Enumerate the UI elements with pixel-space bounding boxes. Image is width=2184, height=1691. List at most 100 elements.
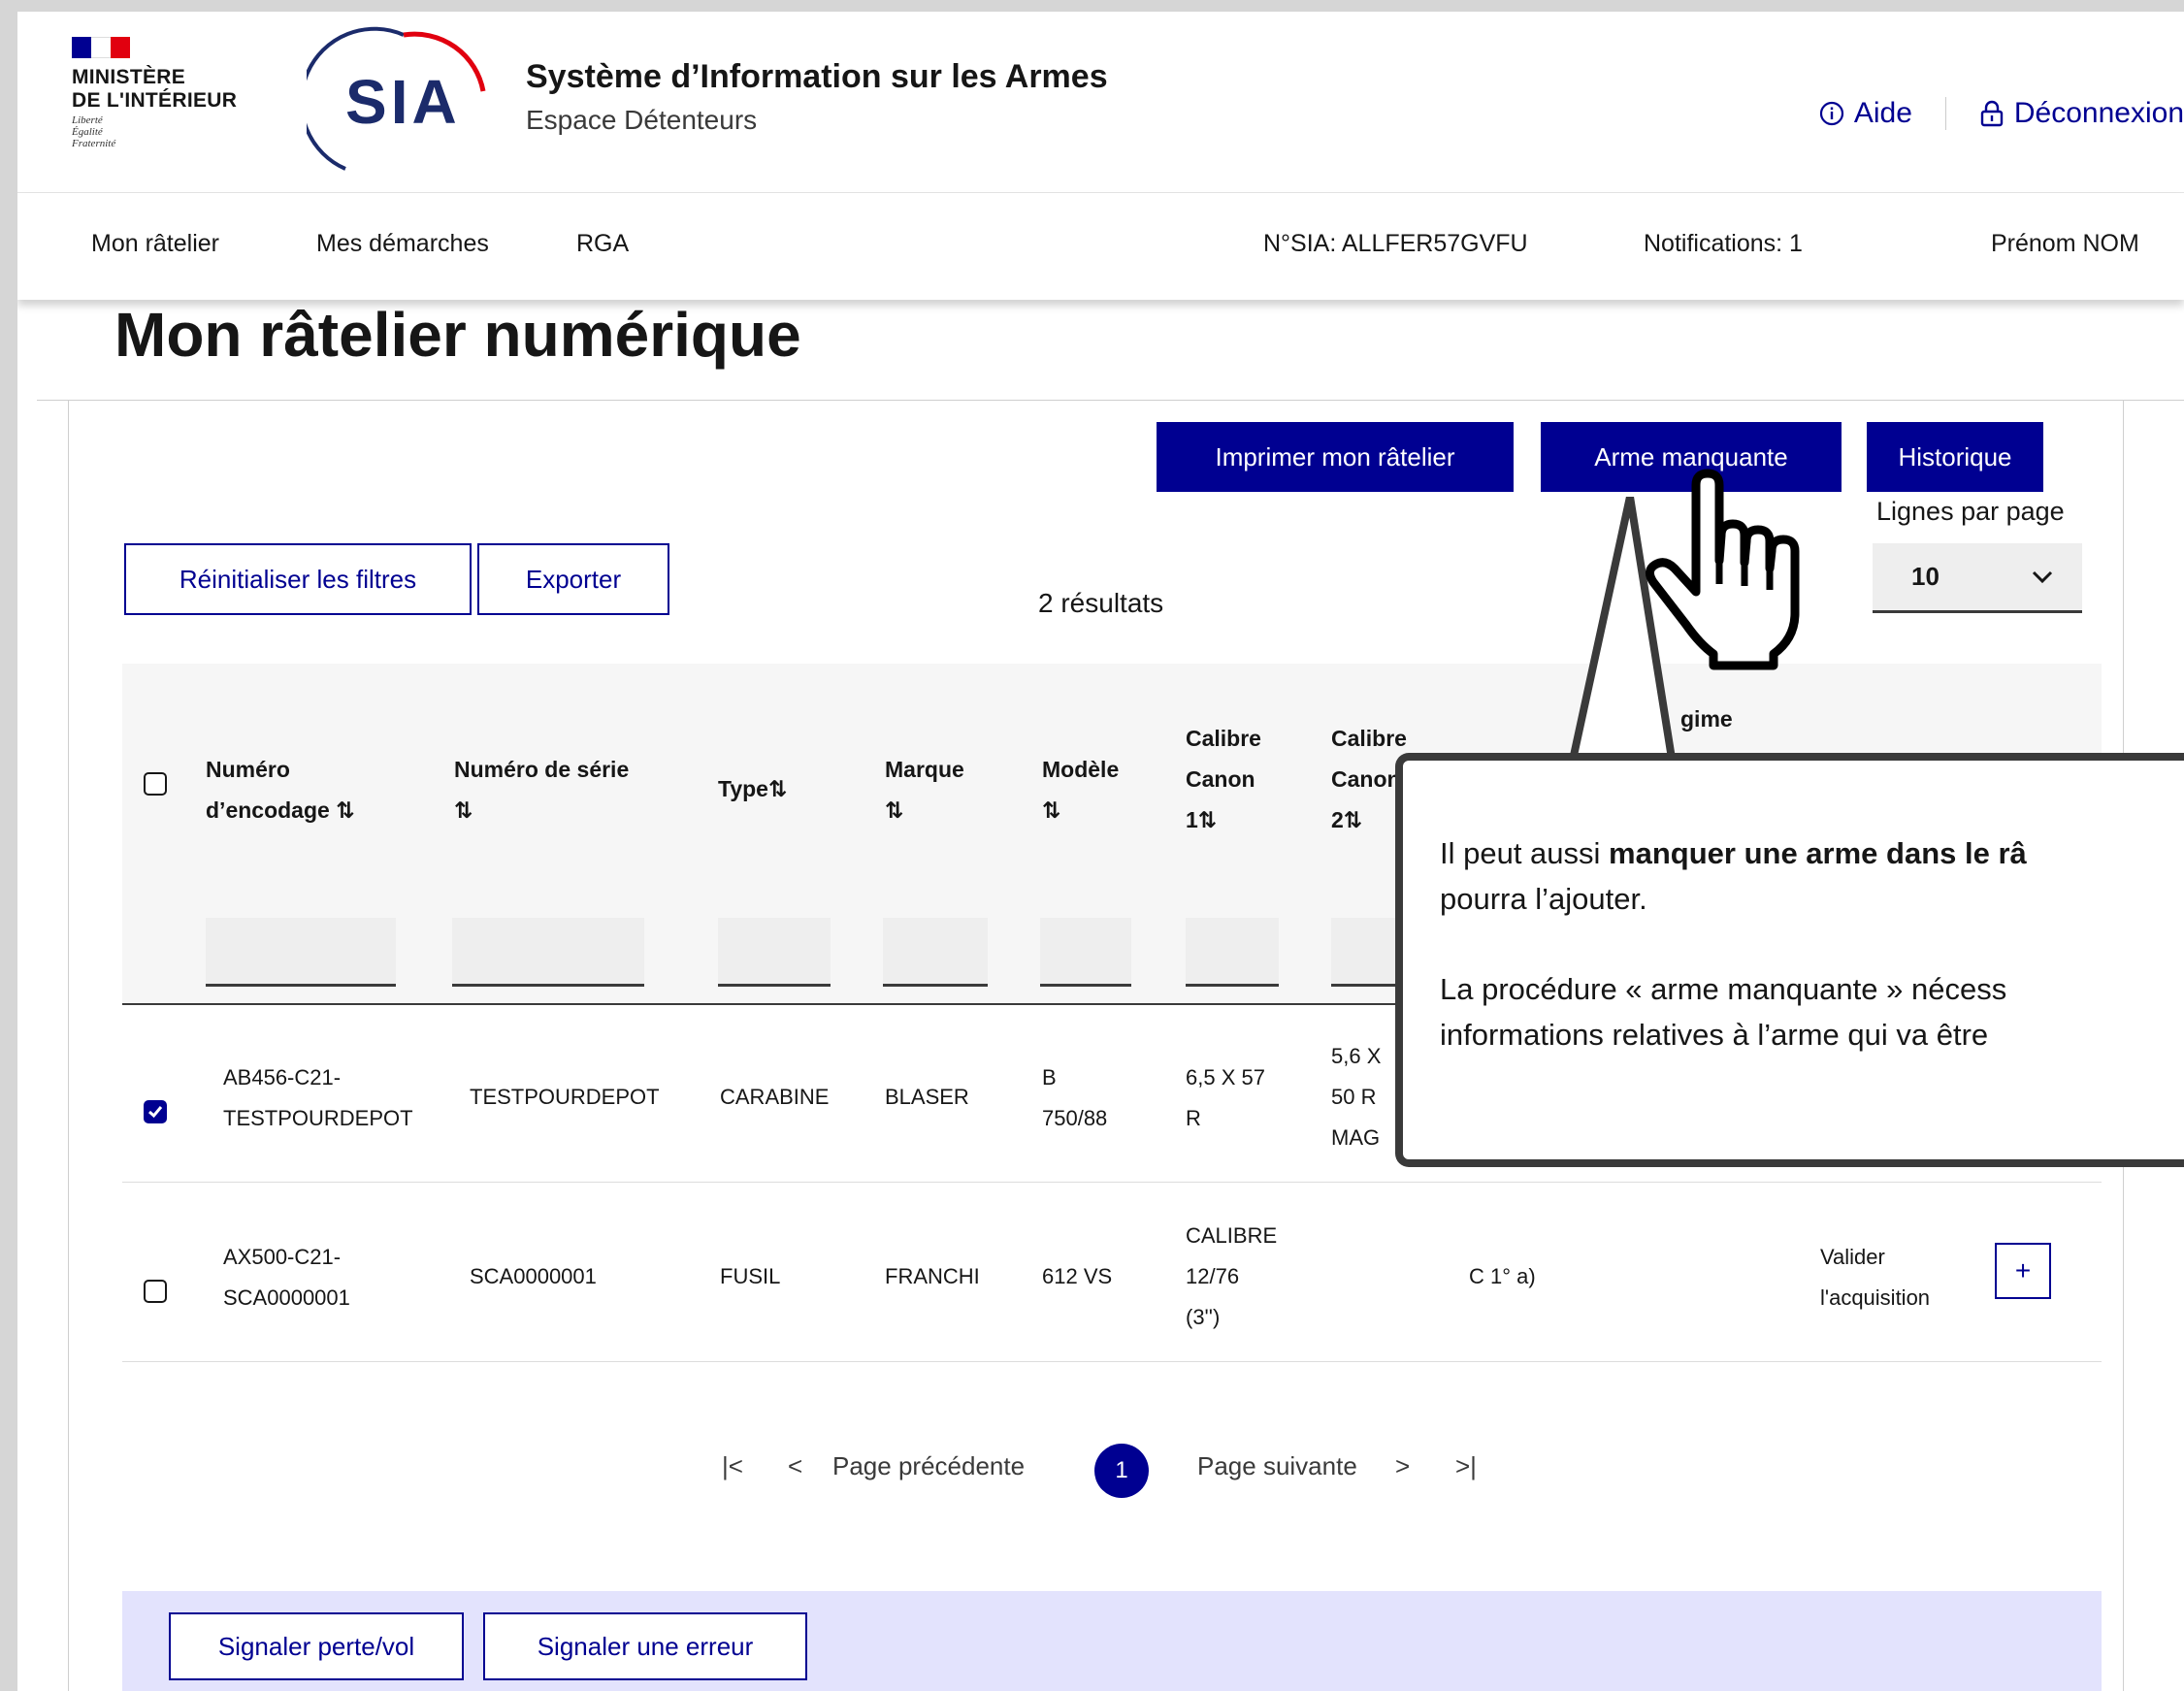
notifications-link[interactable]: Notifications: 1 [1644,230,1803,258]
validate-acquisition-link[interactable]: Valider l'acquisition [1820,1237,1930,1318]
cell-category: C 1° a) [1469,1264,1536,1288]
republic-motto: Liberté Égalité Fraternité [72,114,115,149]
table-row[interactable]: AX500-C21- SCA0000001 SCA0000001 FUSIL F… [122,1183,2102,1362]
current-page[interactable]: 1 [1094,1444,1149,1498]
col-model[interactable]: Modèle ⇅ [1042,749,1119,830]
motto-line-1: Liberté [72,114,103,126]
main-nav: Mon râtelier Mes démarches RGA N°SIA: AL… [17,193,2184,300]
check-icon [148,1106,163,1119]
cell-caliber-1-line1: CALIBRE [1186,1223,1278,1248]
col-caliber-1[interactable]: Calibre Canon 1⇅ [1186,718,1261,840]
col-model-line1: Modèle [1042,757,1120,782]
site-subtitle: Espace Détenteurs [526,105,758,135]
col-type[interactable]: Type⇅ [718,768,787,809]
add-button[interactable]: + [1995,1243,2051,1299]
site-title[interactable]: Système d’Information sur les Armes [526,58,1108,96]
cell-caliber-1-line2: 12/76 [1186,1264,1240,1288]
report-error-button[interactable]: Signaler une erreur [483,1612,807,1680]
col-brand-line2: ⇅ [885,797,904,823]
cell-serial: SCA0000001 [470,1264,597,1288]
filter-serial-input[interactable] [452,918,644,987]
col-encoding-line2: d’encodage ⇅ [206,797,355,823]
nav-item-rack[interactable]: Mon râtelier [91,230,219,258]
cell-caliber-1-line3: (3'') [1186,1305,1221,1329]
filter-type-input[interactable] [718,918,831,987]
cell-caliber-2-line3: MAG [1331,1125,1381,1150]
sia-logo-text: SIA [345,67,461,137]
export-button[interactable]: Exporter [477,543,669,615]
col-caliber-1-line3: 1⇅ [1186,807,1218,832]
sia-number: N°SIA: ALLFER57GVFU [1263,230,1528,257]
col-encoding-line1: Numéro [206,757,290,782]
help-link[interactable]: Aide [1819,97,1912,130]
content-left-border [68,401,69,1691]
page: MINISTÈRE DE L'INTÉRIEUR Liberté Égalité… [17,12,2184,1691]
page-title: Mon râtelier numérique [114,300,801,370]
report-loss-button[interactable]: Signaler perte/vol [169,1612,464,1680]
col-brand[interactable]: Marque ⇅ [885,749,964,830]
motto-line-3: Fraternité [72,138,116,149]
marianne-flag-icon [72,37,130,58]
cell-encoding-line2: SCA0000001 [223,1285,350,1310]
cell-model: 612 VS [1042,1264,1113,1288]
user-name[interactable]: Prénom NOM [1991,230,2139,258]
cell-caliber-1-line1: 6,5 X 57 [1186,1065,1265,1089]
rows-per-page-select[interactable]: 10 [1873,543,2082,613]
bottom-action-bar: Signaler perte/vol Signaler une erreur [122,1591,2102,1691]
cell-brand: BLASER [885,1085,969,1109]
logout-label: Déconnexion [2013,97,2184,129]
col-brand-line1: Marque [885,757,964,782]
cell-encoding: AB456-C21- TESTPOURDEPOT [223,1057,413,1139]
validate-line2: l'acquisition [1820,1285,1931,1310]
tool-separator [1944,97,1946,130]
row-checkbox-checked[interactable] [144,1100,167,1123]
tooltip-text-2a: La procédure « arme manquante » nécess [1440,972,2007,1006]
print-rack-button[interactable]: Imprimer mon râtelier [1157,422,1514,492]
col-caliber-1-line2: Canon [1186,766,1255,792]
col-encoding[interactable]: Numéro d’encodage ⇅ [206,749,354,830]
history-button[interactable]: Historique [1867,422,2043,492]
cell-caliber-2-line2: 50 R [1331,1085,1377,1109]
cell-type: CARABINE [720,1085,830,1109]
tooltip-text-1b: manquer une arme dans le râ [1609,836,2027,870]
tooltip-text-1a: Il peut aussi [1440,836,1610,870]
cell-model: B 750/88 [1042,1057,1107,1139]
lock-icon [1980,100,2004,127]
cell-encoding-line1: AB456-C21- [223,1065,342,1089]
tooltip-paragraph-1: Il peut aussi manquer une arme dans le r… [1440,830,2184,922]
cell-encoding-line1: AX500-C21- [223,1245,342,1269]
cell-caliber-1: 6,5 X 57 R [1186,1057,1265,1139]
results-count: 2 résultats [1038,588,1164,618]
last-page-button[interactable]: >| [1455,1451,1477,1481]
logout-link[interactable]: Déconnexion [1979,97,2184,130]
col-serial-line1: Numéro de série [454,757,630,782]
nav-item-rga[interactable]: RGA [576,230,629,258]
ministry-line-2: DE L'INTÉRIEUR [72,89,238,112]
validate-line1: Valider [1820,1245,1885,1269]
cell-serial: TESTPOURDEPOT [470,1085,660,1109]
next-page-arrow[interactable]: > [1395,1451,1410,1481]
rows-per-page-value: 10 [1911,562,1940,591]
tooltip-text-1c: pourra l’ajouter. [1440,882,1647,916]
first-page-button[interactable]: |< [722,1451,743,1481]
filter-caliber-1-input[interactable] [1186,918,1279,987]
prev-page-button[interactable]: Page précédente [832,1451,1025,1481]
col-serial[interactable]: Numéro de série ⇅ [454,749,629,830]
cell-caliber-1-line2: R [1186,1106,1201,1130]
prev-page-arrow[interactable]: < [788,1451,802,1481]
ministry-name: MINISTÈRE DE L'INTÉRIEUR [72,66,237,113]
reset-filters-button[interactable]: Réinitialiser les filtres [124,543,472,615]
filter-brand-input[interactable] [883,918,988,987]
filter-encoding-input[interactable] [206,918,396,987]
ministry-line-1: MINISTÈRE [72,66,186,88]
nav-item-procedures[interactable]: Mes démarches [316,230,489,258]
next-page-button[interactable]: Page suivante [1197,1451,1357,1481]
chevron-down-icon [2032,570,2053,583]
select-all-checkbox[interactable] [144,772,167,796]
cell-caliber-2: 5,6 X 50 R MAG [1331,1036,1381,1158]
cell-model-line2: 750/88 [1042,1106,1108,1130]
filter-model-input[interactable] [1040,918,1131,987]
tooltip-callout: Il peut aussi manquer une arme dans le r… [1395,753,2184,1167]
pointer-hand-icon [1646,469,1800,670]
row-checkbox[interactable] [144,1280,167,1303]
